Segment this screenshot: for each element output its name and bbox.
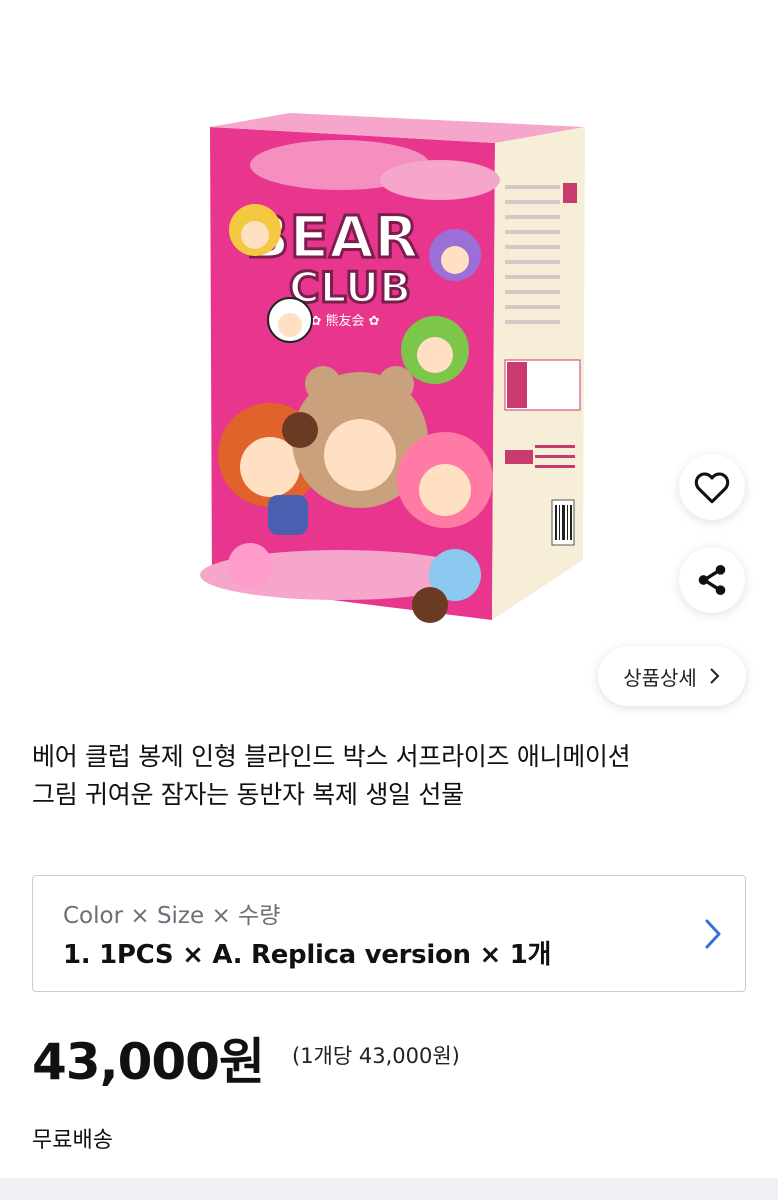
price: 43,000원 — [32, 1033, 265, 1091]
option-selector[interactable]: Color × Size × 수량 1. 1PCS × A. Replica v… — [32, 875, 746, 992]
unit-price: (1개당 43,000원) — [292, 1044, 460, 1068]
brand-logo-line2: CLUB — [289, 263, 411, 312]
share-button[interactable] — [679, 547, 745, 613]
wishlist-button[interactable] — [679, 454, 745, 520]
option-value: 1. 1PCS × A. Replica version × 1개 — [63, 940, 552, 970]
chevron-right-icon — [710, 668, 720, 684]
product-detail-label: 상품상세 — [623, 665, 697, 690]
shipping-label: 무료배송 — [32, 1128, 113, 1153]
share-icon — [698, 564, 726, 596]
option-label: Color × Size × 수량 — [63, 903, 281, 929]
heart-icon — [694, 472, 730, 504]
product-image-area[interactable]: BEAR CLUB ✿ 熊友会 ✿ 상품상세 — [0, 0, 778, 720]
chevron-right-icon — [705, 919, 721, 949]
section-divider — [0, 1178, 778, 1200]
product-image: BEAR CLUB ✿ 熊友会 ✿ — [200, 113, 585, 623]
product-detail-button[interactable]: 상품상세 — [598, 646, 746, 706]
product-title-line1: 베어 클럽 봉제 인형 블라인드 박스 서프라이즈 애니메이션 — [32, 742, 631, 771]
brand-logo-sub: ✿ 熊友会 ✿ — [310, 313, 379, 329]
product-title: 베어 클럽 봉제 인형 블라인드 박스 서프라이즈 애니메이션 그림 귀여운 잠… — [32, 738, 746, 814]
product-title-line2: 그림 귀여운 잠자는 동반자 복제 생일 선물 — [32, 780, 464, 809]
